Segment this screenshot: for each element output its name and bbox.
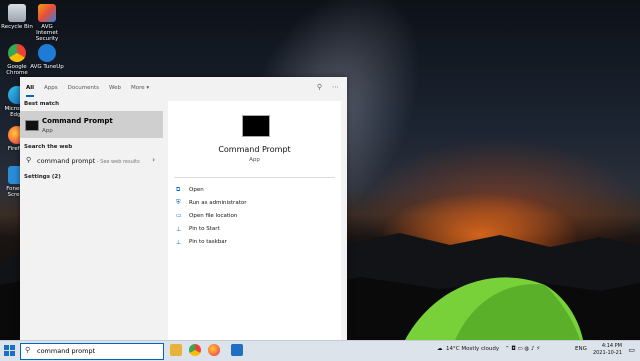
tab-web[interactable]: Web: [109, 78, 121, 97]
outlook-taskbar-icon[interactable]: [231, 344, 243, 356]
windows-logo-pane: [4, 351, 9, 356]
language-indicator[interactable]: ENG: [575, 346, 587, 352]
avg-shield-icon: [38, 4, 56, 22]
best-match-item[interactable]: Command Prompt App: [20, 111, 163, 138]
taskbar: ⚲ command prompt ☁ 14°C Mostly cloudy ⌃ …: [0, 340, 640, 361]
firefox-taskbar-icon[interactable]: [208, 344, 220, 356]
web-query: command prompt: [37, 157, 96, 165]
detail-title: Command Prompt: [218, 145, 291, 154]
taskbar-search-text: command prompt: [37, 347, 96, 355]
tab-apps[interactable]: Apps: [44, 78, 58, 97]
tent-illustration: [405, 277, 583, 340]
detail-type: App: [249, 157, 260, 163]
tab-all[interactable]: All: [26, 78, 35, 97]
tab-more[interactable]: More ▾: [131, 78, 149, 97]
pin-taskbar-icon: ⊥: [176, 238, 182, 246]
chevron-down-icon: ▾: [146, 84, 150, 91]
taskbar-search-box[interactable]: ⚲ command prompt: [20, 343, 164, 360]
desktop-icon-avg-tuneup[interactable]: AVG TuneUp: [30, 44, 64, 70]
desktop-icon-google-chrome[interactable]: Google Chrome: [0, 44, 34, 76]
header-actions: ⚲ ⋯: [317, 83, 339, 91]
search-web-header: Search the web: [24, 144, 73, 150]
start-button[interactable]: [4, 345, 16, 357]
tab-documents[interactable]: Documents: [68, 78, 99, 97]
folder-icon: ▭: [176, 212, 182, 220]
command-prompt-icon: [25, 120, 39, 131]
search-panel: All Apps Documents Web More ▾ ⚲ ⋯ Best m…: [20, 77, 347, 340]
open-icon: ⧉: [176, 185, 181, 193]
action-run-as-admin[interactable]: ⛨ Run as administrator: [176, 196, 246, 209]
recycle-bin-icon: [8, 4, 26, 22]
windows-logo-pane: [10, 345, 15, 350]
web-suffix: - See web results: [95, 159, 140, 165]
weather-text[interactable]: 14°C Mostly cloudy: [446, 346, 499, 352]
windows-logo-pane: [10, 351, 15, 356]
action-pin-to-start[interactable]: ⊥ Pin to Start: [176, 223, 246, 236]
clock-date: 2021-10-21: [592, 350, 622, 356]
chevron-right-icon: ›: [152, 156, 155, 164]
results-list: Best match Command Prompt App Search the…: [20, 97, 163, 340]
chrome-icon: [8, 44, 26, 62]
notification-icon[interactable]: ▭: [628, 346, 635, 354]
desktop-icon-avg-internet-security[interactable]: AVG Internet Security: [30, 4, 64, 42]
file-explorer-icon[interactable]: [170, 344, 182, 356]
action-open-file-location[interactable]: ▭ Open file location: [176, 209, 246, 222]
more-options-icon[interactable]: ⋯: [332, 83, 339, 91]
best-match-type: App: [42, 128, 53, 134]
search-icon: ⚲: [26, 156, 32, 164]
search-icon: ⚲: [25, 346, 31, 354]
windows-logo-icon: [4, 345, 9, 350]
best-match-title: Command Prompt: [42, 117, 113, 125]
command-prompt-large-icon: [242, 115, 270, 137]
detail-actions: ⧉ Open ⛨ Run as administrator ▭ Open file l…: [176, 183, 246, 249]
desktop-icon-recycle-bin[interactable]: Recycle Bin: [0, 4, 34, 30]
chrome-taskbar-icon[interactable]: [189, 344, 201, 356]
clock-time: 4:14 PM: [601, 343, 622, 349]
feedback-icon[interactable]: ⚲: [317, 83, 322, 91]
action-pin-to-taskbar[interactable]: ⊥ Pin to taskbar: [176, 236, 246, 249]
search-tabs: All Apps Documents Web More ▾ ⚲ ⋯: [20, 77, 347, 97]
action-open[interactable]: ⧉ Open: [176, 183, 246, 196]
settings-header[interactable]: Settings (2): [20, 170, 163, 184]
divider: [174, 177, 335, 178]
weather-icon: ☁: [437, 346, 443, 352]
tuneup-icon: [38, 44, 56, 62]
web-result-item[interactable]: ⚲ command prompt - See web results ›: [20, 154, 163, 168]
shield-icon: ⛨: [176, 198, 181, 206]
clock[interactable]: 4:14 PM 2021-10-21: [593, 343, 622, 357]
pin-icon: ⊥: [176, 225, 182, 233]
detail-pane: Command Prompt App ⧉ Open ⛨ Run as adminis…: [168, 101, 341, 340]
tray-icons[interactable]: ⌃ ◘ ▭ ◍ ♪ ⚡: [505, 346, 540, 352]
best-match-header: Best match: [24, 101, 59, 107]
